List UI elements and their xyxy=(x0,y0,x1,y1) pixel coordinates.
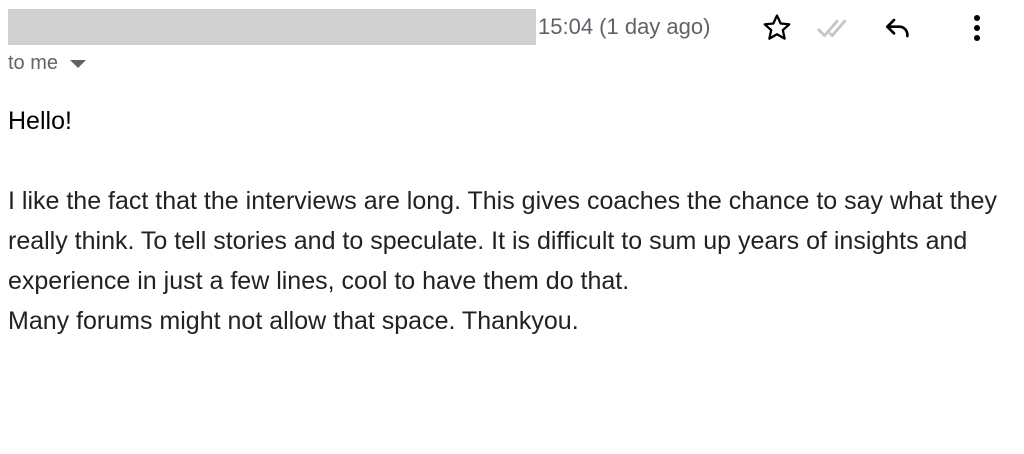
read-receipt xyxy=(816,8,856,48)
message-paragraph: I like the fact that the interviews are … xyxy=(8,187,997,295)
more-vertical-icon xyxy=(974,15,980,41)
sender-name-redacted xyxy=(8,9,536,45)
double-check-icon xyxy=(817,19,846,38)
reply-icon xyxy=(886,18,909,38)
caret-down-icon xyxy=(70,59,87,68)
star-icon xyxy=(763,14,791,40)
message-greeting: Hello! xyxy=(8,107,72,135)
message-paragraph: Many forums might not allow that space. … xyxy=(8,307,579,335)
star-button[interactable] xyxy=(757,8,797,48)
email-timestamp: 15:04 (1 day ago) xyxy=(538,14,711,39)
reply-button[interactable] xyxy=(878,8,918,48)
message-body: Hello! I like the fact that the intervie… xyxy=(8,101,1008,341)
recipient-label: to me xyxy=(8,52,59,74)
recipient-details-toggle[interactable]: to me xyxy=(8,52,87,75)
more-options-button[interactable] xyxy=(957,8,997,48)
